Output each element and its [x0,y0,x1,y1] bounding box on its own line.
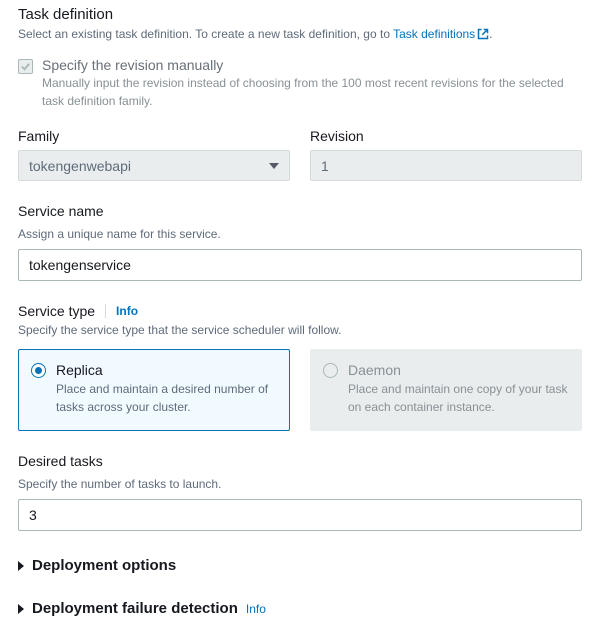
desired-tasks-desc: Specify the number of tasks to launch. [18,475,582,493]
desired-tasks-label: Desired tasks [18,453,582,469]
divider [105,304,106,318]
task-definition-desc-prefix: Select an existing task definition. To c… [18,27,393,41]
task-definition-desc: Select an existing task definition. To c… [18,25,582,45]
service-type-info-link[interactable]: Info [116,304,138,318]
daemon-title: Daemon [348,362,569,378]
specify-revision-label: Specify the revision manually [42,57,582,73]
revision-value: 1 [321,158,329,174]
revision-field: Revision 1 [310,128,582,181]
check-icon [20,61,31,72]
external-link-icon [477,27,489,45]
revision-label: Revision [310,128,582,144]
deployment-failure-info-link[interactable]: Info [246,602,266,616]
task-definition-section: Task definition Select an existing task … [18,6,582,45]
specify-revision-desc: Manually input the revision instead of c… [42,74,582,110]
service-type-field: Service type Info Specify the service ty… [18,303,582,431]
caret-right-icon [18,561,24,571]
service-type-replica-tile[interactable]: Replica Place and maintain a desired num… [18,349,290,431]
desired-tasks-input[interactable] [18,499,582,531]
specify-revision-checkbox-row: Specify the revision manually Manually i… [18,57,582,110]
daemon-desc: Place and maintain one copy of your task… [348,380,569,416]
service-name-desc: Assign a unique name for this service. [18,225,582,243]
family-label: Family [18,128,290,144]
service-type-desc: Specify the service type that the servic… [18,321,582,339]
service-type-daemon-tile: Daemon Place and maintain one copy of yo… [310,349,582,431]
family-select[interactable]: tokengenwebapi [18,150,290,181]
replica-desc: Place and maintain a desired number of t… [56,380,277,416]
task-definitions-link[interactable]: Task definitions [393,27,489,41]
family-value: tokengenwebapi [29,158,131,174]
service-name-label: Service name [18,203,582,219]
revision-input: 1 [310,150,582,181]
replica-title: Replica [56,362,277,378]
family-field: Family tokengenwebapi [18,128,290,181]
service-name-field: Service name Assign a unique name for th… [18,203,582,281]
task-definition-title: Task definition [18,6,582,23]
specify-revision-checkbox [18,59,33,74]
service-name-input[interactable] [18,249,582,281]
deployment-options-expander[interactable]: Deployment options [18,557,582,574]
desired-tasks-field: Desired tasks Specify the number of task… [18,453,582,531]
caret-right-icon [18,604,24,614]
replica-radio[interactable] [31,363,46,378]
chevron-down-icon [269,163,279,169]
task-definitions-link-text: Task definitions [393,27,475,41]
daemon-radio [323,363,338,378]
task-definition-desc-suffix: . [489,27,492,41]
service-type-label: Service type [18,303,95,319]
specify-revision-text: Specify the revision manually Manually i… [42,57,582,110]
deployment-options-label: Deployment options [32,557,176,574]
